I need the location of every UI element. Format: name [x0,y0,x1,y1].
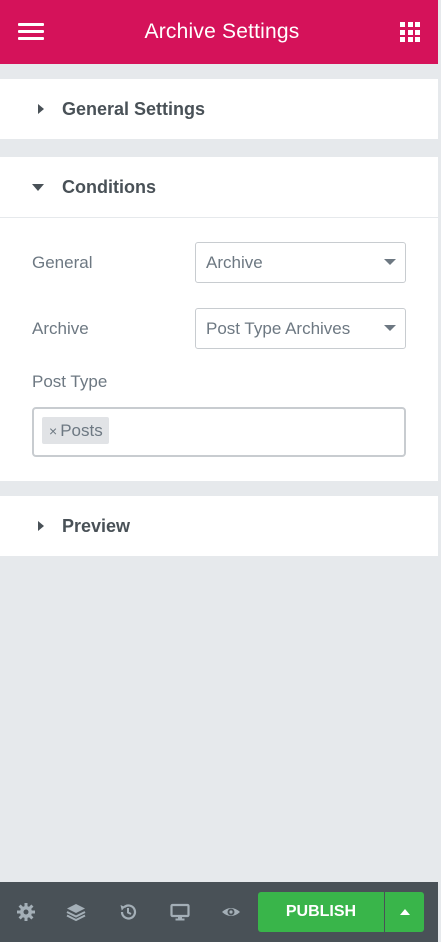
archive-select[interactable]: Post Type Archives [195,308,406,349]
general-select-value: Archive [206,252,263,272]
selected-tag: × Posts [42,417,109,444]
section-divider [0,217,438,218]
caret-right-icon [38,521,44,531]
section-title: General Settings [62,98,206,119]
panel-header: Archive Settings [0,0,438,64]
section-preview: Preview [0,496,438,556]
tag-label: Posts [60,420,103,440]
dropdown-arrow-icon [384,325,396,331]
section-title: Preview [62,515,131,536]
archive-select-value: Post Type Archives [206,318,351,338]
remove-tag-icon[interactable]: × [49,423,57,439]
general-label: General [32,253,93,272]
widgets-grid-icon[interactable] [400,22,420,42]
menu-icon[interactable] [18,23,44,41]
section-conditions-toggle[interactable]: Conditions [0,157,438,217]
desktop-icon[interactable] [170,902,190,922]
caret-right-icon [38,104,44,114]
section-preview-toggle[interactable]: Preview [0,496,438,556]
archive-label: Archive [32,319,89,338]
caret-up-icon [400,909,410,915]
caret-down-icon [32,183,44,191]
section-general-settings-toggle[interactable]: General Settings [0,79,438,139]
layers-icon[interactable] [66,902,86,922]
general-select[interactable]: Archive [195,242,406,283]
section-general-settings: General Settings [0,79,438,139]
history-icon[interactable] [118,902,138,922]
panel-title: Archive Settings [144,20,300,43]
gear-icon[interactable] [16,902,36,922]
post-type-multiselect[interactable]: × Posts [32,407,406,457]
publish-button[interactable]: PUBLISH [258,892,384,932]
footer-toolbar: PUBLISH [0,882,438,942]
eye-icon[interactable] [221,902,241,922]
post-type-label: Post Type [32,372,108,391]
dropdown-arrow-icon [384,259,396,265]
section-title: Conditions [62,176,156,197]
publish-options-button[interactable] [385,892,424,932]
